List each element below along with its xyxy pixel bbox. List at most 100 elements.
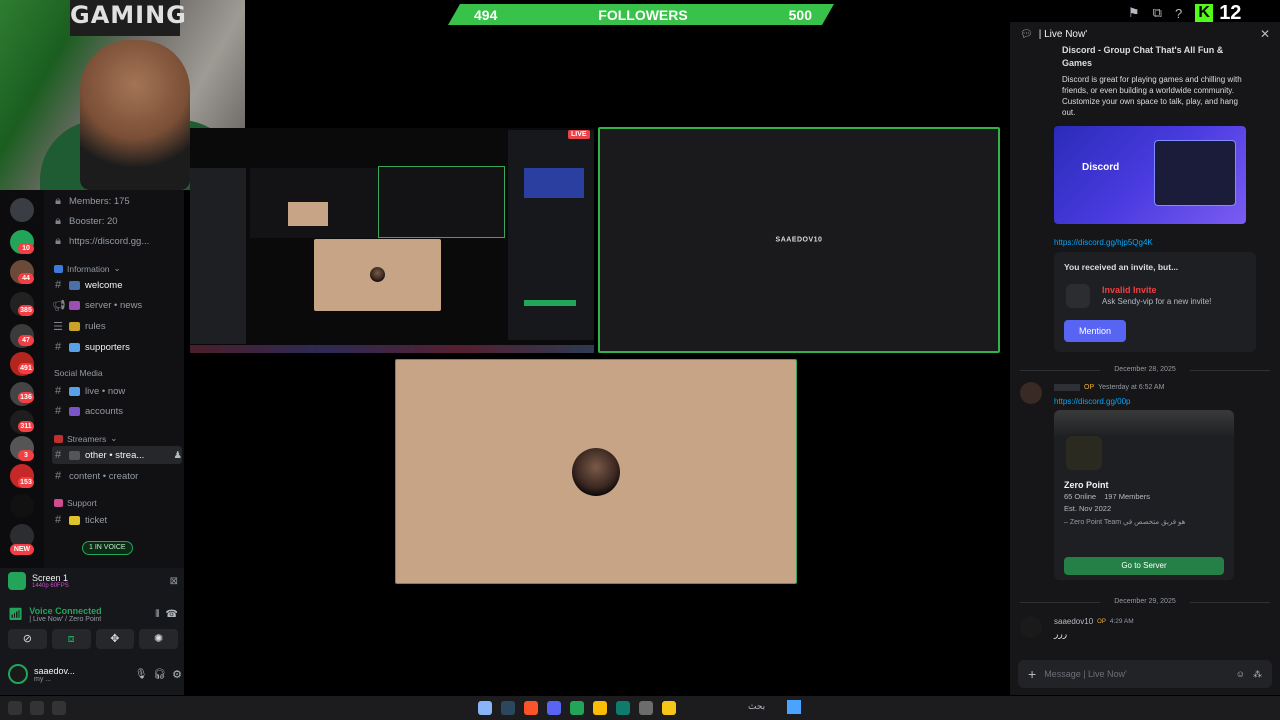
channel-supporters[interactable]: # supporters <box>52 338 182 356</box>
channel-live-now[interactable]: # live • now <box>52 382 182 400</box>
category-streamers[interactable]: Streamers ⌄ <box>54 433 117 444</box>
help-icon[interactable]: ? <box>1175 6 1182 21</box>
gear-icon[interactable]: ⚙ <box>172 668 182 681</box>
category-support[interactable]: Support <box>54 498 97 508</box>
unread-badge: 10 <box>18 243 34 254</box>
channel-server-news[interactable]: 📢︎ server • news <box>52 296 182 314</box>
stream-main-view[interactable]: SAAEDOV10 <box>598 127 1000 353</box>
headphones-icon[interactable]: 🎧︎ <box>153 669 166 680</box>
invalid-invite-desc: Ask Sendy-vip for a new invite! <box>1102 297 1212 306</box>
app-icon[interactable] <box>639 701 653 715</box>
hash-icon: # <box>54 449 62 461</box>
share-screen-button[interactable]: ⧈ <box>51 629 91 649</box>
app-icon[interactable] <box>570 701 584 715</box>
lock-icon: 🔒︎ <box>55 194 61 207</box>
thumbnail-chat-button <box>524 300 576 306</box>
message-author[interactable]: saaedov10 <box>1054 617 1093 626</box>
apps-icon[interactable]: ⁂ <box>1253 669 1262 680</box>
discord-icon[interactable] <box>547 701 561 715</box>
soundboard-icon[interactable]: ⦀ <box>155 609 159 620</box>
channel-rules[interactable]: ☰ rules <box>52 317 182 335</box>
channel-ticket[interactable]: # ticket <box>52 511 182 529</box>
chrome-icon[interactable] <box>593 701 607 715</box>
steam-icon[interactable] <box>501 701 515 715</box>
tray-icon[interactable] <box>52 701 66 715</box>
channel-other-streamers[interactable]: # other • strea... ♟ <box>52 446 182 464</box>
follower-current: 494 <box>474 6 498 23</box>
in-voice-pill[interactable]: 1 IN VOICE <box>82 541 133 555</box>
invite-link[interactable]: https://discord.gg... <box>69 236 149 247</box>
embed-image[interactable]: Discord <box>1054 126 1246 224</box>
camera-off-button[interactable]: ⊘ <box>8 629 47 649</box>
go-to-server-button[interactable]: Go to Server <box>1064 557 1224 575</box>
thumbnail-chat <box>508 130 594 340</box>
category-label: Support <box>67 498 97 508</box>
date-separator: December 29, 2025 <box>1020 598 1270 605</box>
message-time: Yesterday at 6:52 AM <box>1098 384 1165 391</box>
server-description: – Zero Point Team هو فريق متخصص في <box>1064 519 1186 526</box>
channel-emoji <box>69 280 80 290</box>
embed-title[interactable]: Discord - Group Chat That's All Fun & Ga… <box>1062 44 1232 70</box>
voice-action-buttons: ⊘ ⧈ ✥ ✺ <box>8 629 178 649</box>
chat-header: 💬︎ | Live Now' ✕ <box>1010 22 1280 46</box>
server-established: Est. Nov 2022 <box>1064 504 1112 513</box>
windows-taskbar: بحث <box>0 696 1280 720</box>
taskbar-search[interactable]: بحث <box>748 701 765 712</box>
category-emoji <box>54 264 63 273</box>
invalid-invite-title: Invalid Invite <box>1102 285 1157 295</box>
server-icon <box>1064 434 1104 472</box>
file-explorer-icon[interactable] <box>662 701 676 715</box>
microphone-icon[interactable]: 🎙︎ <box>135 669 148 680</box>
app-icon[interactable] <box>478 701 492 715</box>
app-icon[interactable] <box>616 701 630 715</box>
invite-link[interactable]: https://discord.gg/hjp5Qg4K <box>1054 238 1153 247</box>
message-link[interactable]: https://discord.gg/00p <box>1054 397 1131 406</box>
unread-badge: 491 <box>18 363 34 374</box>
voice-status-title[interactable]: Voice Connected <box>29 606 101 616</box>
tray-icon[interactable] <box>30 701 44 715</box>
participant-tile-small[interactable] <box>314 239 441 311</box>
channel-label: content • creator <box>69 470 139 482</box>
channel-accounts[interactable]: # accounts <box>52 402 182 420</box>
lock-icon: 🔒︎ <box>55 214 61 227</box>
top-right-toolbar: ⚑ ⧉ ? K 12 <box>1128 2 1241 24</box>
avatar[interactable] <box>1020 616 1042 638</box>
chat-channel-name: | Live Now' <box>1038 28 1088 40</box>
add-attachment-icon[interactable]: + <box>1028 666 1036 682</box>
message-input[interactable]: + Message | Live Now' ☺ ⁂ <box>1018 660 1272 688</box>
server-info-members: 🔒︎ Members: 175 <box>52 192 182 210</box>
thumbnail-sidebar <box>190 168 246 344</box>
participant-tile-large[interactable] <box>395 359 797 584</box>
redacted-author <box>1054 384 1080 391</box>
tray-icon[interactable] <box>8 701 22 715</box>
category-social-media[interactable]: Social Media <box>54 368 103 378</box>
add-member-icon[interactable]: ♟ <box>173 450 182 461</box>
participant-avatar <box>370 267 385 282</box>
server-icon[interactable] <box>10 198 34 222</box>
soundboard-button[interactable]: ✺ <box>139 629 178 649</box>
channel-content-creator[interactable]: # content • creator <box>52 467 182 485</box>
stop-share-icon[interactable]: ⊠ <box>170 576 178 587</box>
popout-icon[interactable]: ⧉ <box>1153 5 1162 21</box>
mention-button[interactable]: Mention <box>1064 320 1126 342</box>
signal-icon[interactable]: 📶︎ <box>8 607 23 621</box>
disconnect-icon[interactable]: ☎ <box>166 609 178 620</box>
emoji-icon[interactable]: ☺ <box>1236 669 1245 679</box>
thread-icon: 💬︎ <box>1020 28 1033 40</box>
close-icon[interactable]: ✕ <box>1260 27 1270 41</box>
windows-start-icon[interactable] <box>787 700 801 714</box>
unread-badge: 47 <box>18 335 34 346</box>
poster-text: GAMING <box>70 0 186 36</box>
hash-icon: # <box>54 405 62 417</box>
channel-welcome[interactable]: # welcome <box>52 276 182 294</box>
server-info-invite[interactable]: 🔒︎ https://discord.gg... <box>52 232 182 250</box>
avatar[interactable] <box>1020 382 1042 404</box>
avatar[interactable] <box>8 664 28 684</box>
activities-button[interactable]: ✥ <box>95 629 135 649</box>
thumbnail-tile <box>378 166 505 238</box>
server-icon[interactable] <box>10 494 34 518</box>
category-information[interactable]: Information ⌄ <box>54 263 121 274</box>
brave-icon[interactable] <box>524 701 538 715</box>
flag-icon[interactable]: ⚑ <box>1128 5 1140 21</box>
screen-share-quality: 1440p 60FPS <box>32 583 69 589</box>
